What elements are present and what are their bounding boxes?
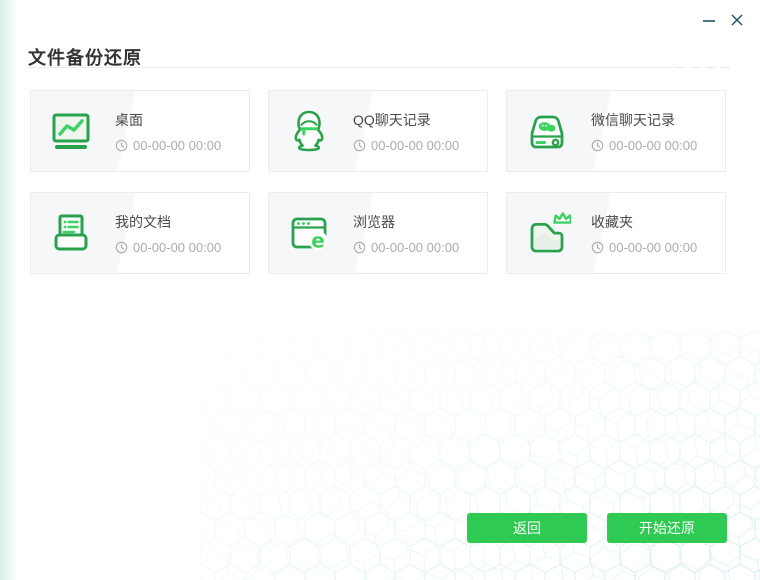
card-wechat-chat-history[interactable]: 微信聊天记录 00-00-00 00:00: [506, 90, 726, 172]
clock-icon: [591, 139, 604, 152]
start-restore-button[interactable]: 开始还原: [607, 513, 727, 543]
page-title: 文件备份还原: [28, 48, 142, 68]
card-label: QQ聊天记录: [353, 111, 431, 128]
restore-category-cards: 桌面 00-00-00 00:00 QQ聊天记录 00-00-00 00:00 …: [30, 90, 726, 274]
card-time-text: 00-00-00 00:00: [133, 137, 222, 153]
clock-icon: [591, 241, 604, 254]
svg-text:e: e: [311, 229, 325, 253]
browser-e-icon: e: [285, 209, 333, 257]
qq-penguin-icon: [285, 107, 333, 155]
clock-icon: [353, 139, 366, 152]
card-time-text: 00-00-00 00:00: [371, 137, 460, 153]
card-label: 我的文档: [115, 213, 171, 230]
left-edge-glow: [0, 0, 18, 580]
card-time: 00-00-00 00:00: [115, 240, 221, 255]
card-my-documents[interactable]: 我的文档 00-00-00 00:00: [30, 192, 250, 274]
wechat-drive-icon: [523, 107, 571, 155]
card-time: 00-00-00 00:00: [591, 240, 697, 255]
documents-printer-icon: [47, 209, 95, 257]
card-label: 桌面: [115, 111, 143, 128]
close-button[interactable]: [728, 11, 746, 29]
card-time-text: 00-00-00 00:00: [133, 239, 222, 255]
clock-icon: [115, 241, 128, 254]
card-time: 00-00-00 00:00: [353, 240, 459, 255]
card-time-text: 00-00-00 00:00: [609, 239, 698, 255]
card-time: 00-00-00 00:00: [591, 138, 697, 153]
card-time: 00-00-00 00:00: [115, 138, 221, 153]
card-browser[interactable]: e 浏览器 00-00-00 00:00: [268, 192, 488, 274]
minimize-icon: [703, 20, 715, 22]
card-label: 收藏夹: [591, 213, 633, 230]
desktop-monitor-chart-icon: [47, 107, 95, 155]
close-icon: [731, 14, 743, 26]
card-label: 浏览器: [353, 213, 395, 230]
card-qq-chat-history[interactable]: QQ聊天记录 00-00-00 00:00: [268, 90, 488, 172]
folder-crown-icon: [523, 209, 571, 257]
minimize-button[interactable]: [700, 11, 718, 29]
card-label: 微信聊天记录: [591, 111, 675, 128]
clock-icon: [353, 241, 366, 254]
card-time: 00-00-00 00:00: [353, 138, 459, 153]
window-controls: [700, 11, 746, 29]
header-divider-dashes: [676, 67, 732, 68]
footer-actions: 返回 开始还原: [467, 513, 727, 543]
clock-icon: [115, 139, 128, 152]
back-button[interactable]: 返回: [467, 513, 587, 543]
card-time-text: 00-00-00 00:00: [609, 137, 698, 153]
card-favorites[interactable]: 收藏夹 00-00-00 00:00: [506, 192, 726, 274]
card-time-text: 00-00-00 00:00: [371, 239, 460, 255]
card-desktop[interactable]: 桌面 00-00-00 00:00: [30, 90, 250, 172]
